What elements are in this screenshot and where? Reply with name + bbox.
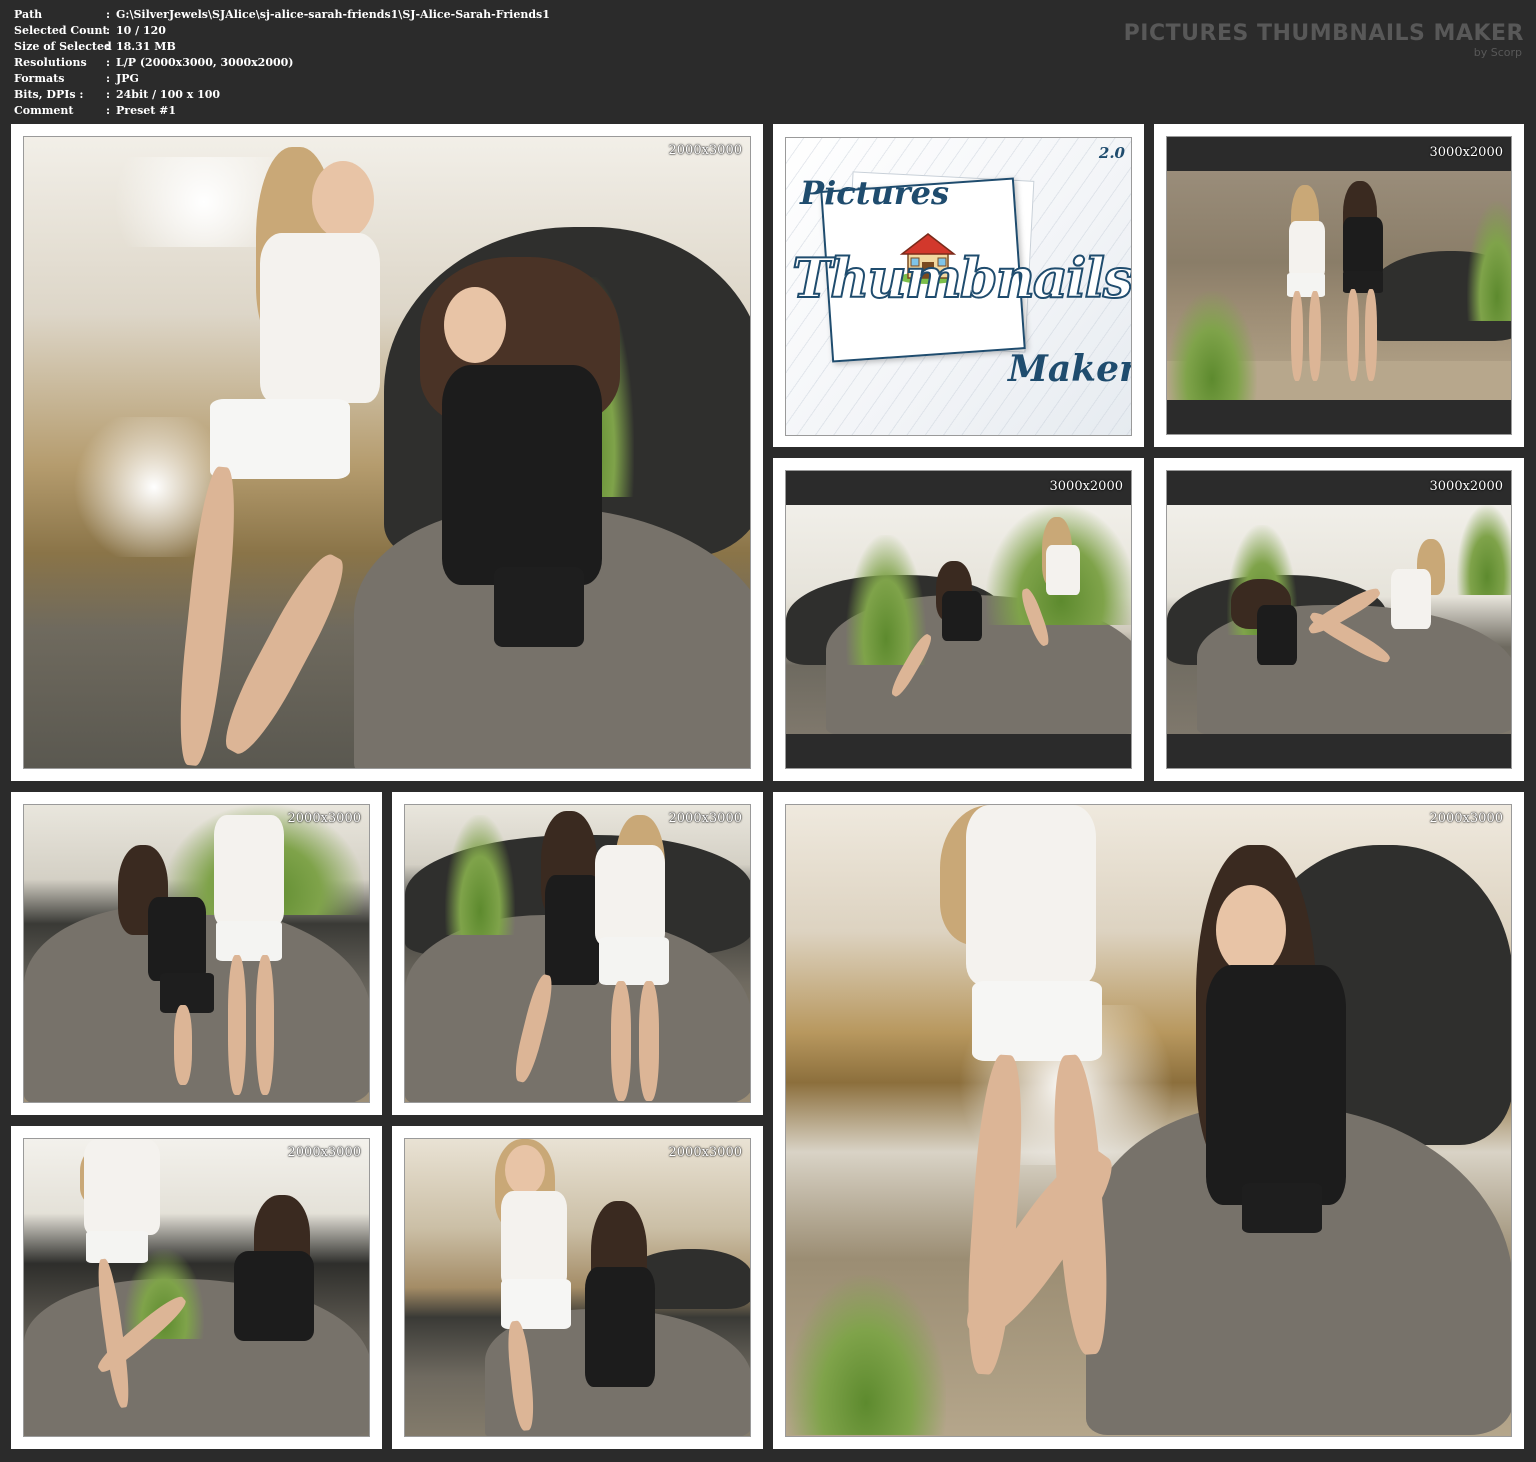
thumbnail-frame[interactable]: 2000x3000 bbox=[11, 1126, 382, 1449]
thumbnail-photo[interactable]: 2000x3000 bbox=[23, 804, 370, 1103]
thumbnail-photo[interactable]: 2000x3000 bbox=[404, 804, 751, 1103]
info-separator: : bbox=[106, 88, 111, 101]
thumbnail-frame[interactable]: 3000x2000 bbox=[773, 458, 1144, 781]
thumbnail-photo[interactable]: 2000x3000 bbox=[23, 1138, 370, 1437]
thumbnail-photo[interactable]: 2000x3000 bbox=[785, 804, 1512, 1437]
resolution-label: 2000x3000 bbox=[287, 811, 362, 826]
info-value: 24bit / 100 x 100 bbox=[116, 88, 221, 101]
info-value: G:\SilverJewels\SJAlice\sj-alice-sarah-f… bbox=[116, 8, 550, 21]
thumbnail-photo[interactable]: 3000x2000 bbox=[1166, 136, 1512, 435]
info-label: Comment bbox=[14, 104, 74, 117]
thumbnail-photo[interactable]: 2000x3000 bbox=[404, 1138, 751, 1437]
thumbnail-photo[interactable]: 2000x3000 bbox=[23, 136, 751, 769]
resolution-label: 2000x3000 bbox=[287, 1145, 362, 1160]
info-label: Size of Selected bbox=[14, 40, 112, 53]
thumbnail-frame[interactable]: 2000x3000 bbox=[392, 792, 763, 1115]
resolution-label: 2000x3000 bbox=[668, 811, 743, 826]
thumbnail-photo[interactable]: 3000x2000 bbox=[785, 470, 1132, 769]
logo-word-pictures: Pictures bbox=[800, 174, 949, 212]
info-label: Bits, DPIs : bbox=[14, 88, 84, 101]
info-label: Formats bbox=[14, 72, 65, 85]
thumbnail-photo[interactable]: 3000x2000 bbox=[1166, 470, 1512, 769]
thumbnail-frame[interactable]: 2000x3000 bbox=[11, 792, 382, 1115]
thumbnail-frame[interactable]: 3000x2000 bbox=[1154, 124, 1524, 447]
resolution-label: 3000x2000 bbox=[1429, 479, 1504, 494]
resolution-label: 2000x3000 bbox=[668, 143, 743, 158]
info-label: Resolutions bbox=[14, 56, 87, 69]
brand-title: PICTURES THUMBNAILS MAKER bbox=[1123, 21, 1524, 46]
info-value: 18.31 MB bbox=[116, 40, 176, 53]
info-value: JPG bbox=[116, 72, 139, 85]
thumbnail-frame[interactable]: 2000x3000 bbox=[392, 1126, 763, 1449]
resolution-label: 2000x3000 bbox=[668, 1145, 743, 1160]
logo-version: 2.0 bbox=[1098, 144, 1125, 162]
info-separator: : bbox=[106, 56, 111, 69]
logo-word-thumbnails: Thumbnails bbox=[791, 245, 1132, 311]
logo-word-maker: Maker bbox=[1008, 348, 1132, 390]
info-label: Path bbox=[14, 8, 43, 21]
info-separator: : bbox=[106, 40, 111, 53]
info-header: Path : G:\SilverJewels\SJAlice\sj-alice-… bbox=[0, 0, 1536, 122]
resolution-label: 3000x2000 bbox=[1429, 145, 1504, 160]
info-value: 10 / 120 bbox=[116, 24, 166, 37]
info-separator: : bbox=[106, 72, 111, 85]
info-separator: : bbox=[106, 104, 111, 117]
info-value: L/P (2000x3000, 3000x2000) bbox=[116, 56, 294, 69]
thumbnail-frame[interactable]: 3000x2000 bbox=[1154, 458, 1524, 781]
info-separator: : bbox=[106, 24, 111, 37]
thumbnail-frame[interactable]: 2000x3000 bbox=[773, 792, 1524, 1449]
app-logo: Pictures Thumbnails Maker 2.0 bbox=[785, 137, 1132, 436]
info-value: Preset #1 bbox=[116, 104, 177, 117]
info-separator: : bbox=[106, 8, 111, 21]
resolution-label: 2000x3000 bbox=[1429, 811, 1504, 826]
thumbnail-frame[interactable]: 2000x3000 bbox=[11, 124, 763, 781]
info-label: Selected Count bbox=[14, 24, 108, 37]
brand-subtitle: by Scorp bbox=[1473, 46, 1522, 59]
resolution-label: 3000x2000 bbox=[1049, 479, 1124, 494]
